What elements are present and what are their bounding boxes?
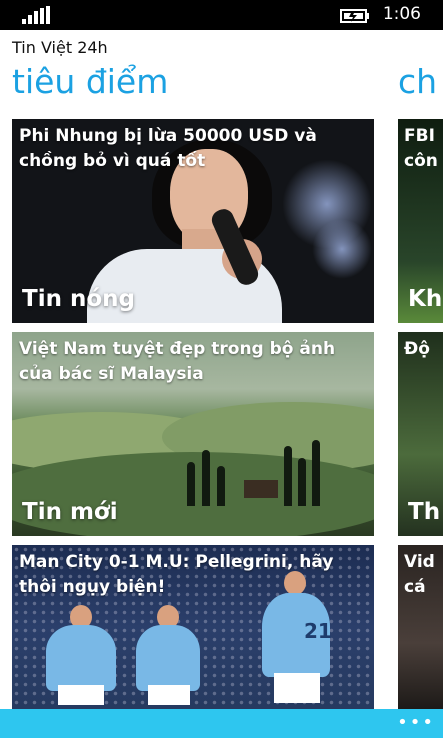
player-shorts (148, 685, 190, 705)
tile-headline: Phi Nhung bị lừa 50000 USD và chồng bỏ v… (19, 126, 317, 171)
app-title: Tin Việt 24h (12, 38, 108, 57)
tile-headline: Việt Nam tuyệt đẹp trong bộ ảnh của bác … (19, 339, 336, 384)
news-tile-peek[interactable]: Vid cá (398, 545, 443, 709)
tile-category: Kh (408, 286, 443, 312)
player (136, 625, 200, 691)
headline-line: cá (404, 577, 426, 597)
app-bar: ••• (0, 709, 443, 738)
news-tile-peek[interactable]: FBI côn Kh (398, 119, 443, 323)
pivot-header-next[interactable]: ch (398, 62, 437, 101)
tree (312, 440, 320, 506)
news-tile[interactable]: 21 Man City 0-1 M.U: Pellegrini, hãy thô… (12, 545, 374, 709)
news-tile[interactable]: Việt Nam tuyệt đẹp trong bộ ảnh của bác … (12, 332, 374, 536)
clock: 1:06 (382, 4, 421, 24)
pivot-header-active[interactable]: tiêu điểm (12, 62, 168, 101)
news-tile[interactable]: Phi Nhung bị lừa 50000 USD và chồng bỏ v… (12, 119, 374, 323)
tree (284, 446, 292, 506)
jersey-number: 21 (304, 619, 332, 643)
more-ellipsis-icon[interactable]: ••• (397, 712, 435, 733)
house (244, 480, 278, 498)
tree (298, 458, 306, 506)
tree (202, 450, 210, 506)
tile-headline: FBI côn (404, 124, 438, 174)
news-tile-peek[interactable]: Độ Th (398, 332, 443, 536)
stage-light (312, 219, 372, 279)
status-bar: 1:06 (0, 0, 443, 30)
tile-headline: Man City 0-1 M.U: Pellegrini, hãy thôi n… (19, 552, 334, 597)
player-shorts (274, 673, 320, 703)
tree (217, 466, 225, 506)
tile-category: Tin mới (22, 499, 118, 525)
headline-line: FBI (404, 126, 435, 146)
tile-headline: Vid cá (404, 550, 435, 600)
battery-charging-icon (340, 9, 369, 23)
headline-line: Vid (404, 552, 435, 572)
tree (187, 462, 195, 506)
player-shorts (58, 685, 104, 705)
headline-line: côn (404, 151, 438, 171)
tile-category: Th (408, 499, 441, 525)
signal-strength-icon (22, 6, 50, 24)
tile-headline: Độ (404, 339, 430, 359)
tile-category: Tin nóng (22, 286, 135, 312)
player (46, 625, 116, 691)
